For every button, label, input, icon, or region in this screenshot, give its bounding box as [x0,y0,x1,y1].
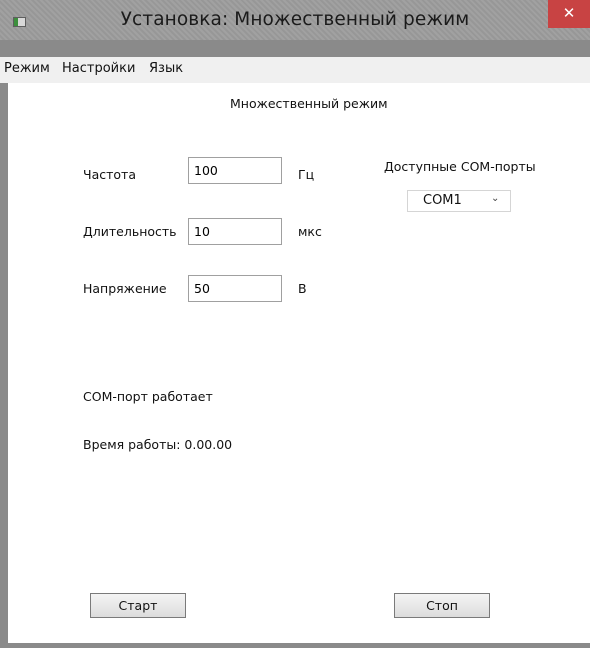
com-ports-label: Доступные COM-порты [384,159,536,174]
duration-unit: мкс [298,224,322,239]
page-title: Множественный режим [230,96,388,111]
main-panel: Множественный режим Частота Гц Длительно… [8,83,590,643]
start-button[interactable]: Старт [90,593,186,618]
window-title: Установка: Множественный режим [120,9,470,30]
title-bar[interactable]: Установка: Множественный режим ✕ [0,0,590,40]
close-icon: ✕ [562,4,576,22]
voltage-input[interactable] [188,275,282,302]
frequency-unit: Гц [298,167,315,182]
com-status-text: COM-порт работает [83,389,213,404]
runtime-text: Время работы: 0.00.00 [83,437,233,452]
voltage-label: Напряжение [83,281,167,296]
chevron-down-icon: ⌄ [491,193,500,204]
close-button[interactable]: ✕ [548,0,590,28]
menu-item-language[interactable]: Язык [149,61,183,76]
stop-button[interactable]: Стоп [394,593,490,618]
frequency-label: Частота [83,167,136,182]
voltage-unit: В [298,281,307,296]
duration-label: Длительность [83,224,177,239]
com-port-select[interactable]: COM1 ⌄ [407,190,511,212]
com-port-selected: COM1 [423,193,462,208]
menu-bar: Режим Настройки Язык [0,57,590,83]
app-window: Установка: Множественный режим ✕ Режим Н… [0,0,590,648]
menu-item-settings[interactable]: Настройки [62,61,135,76]
frequency-input[interactable] [188,157,282,184]
menu-item-mode[interactable]: Режим [4,61,50,76]
duration-input[interactable] [188,218,282,245]
